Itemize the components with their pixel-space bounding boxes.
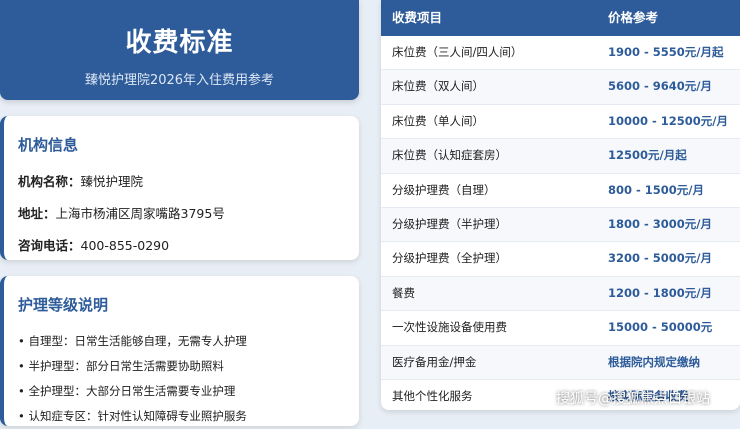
fee-price: 5600 - 9640元/月 [608,79,712,94]
fee-table: 收费项目 价格参考 床位费（三人间/四人间） 1900 - 5550元/月起 床位… [381,0,740,410]
fee-item: 分级护理费（全护理） [392,251,507,266]
header-card: 收费标准 臻悦护理院2026年入住费用参考 [0,0,359,100]
fee-price: 15000 - 50000元 [608,320,713,335]
header-item: 收费项目 [392,10,443,25]
info-name-value: 臻悦护理院 [80,174,144,189]
info-phone-value: 400-855-0290 [80,238,170,253]
page-subtitle: 臻悦护理院2026年入住费用参考 [84,73,275,88]
care-level-card: 护理等级说明 • 自理型：日常生活能够自理，无需专人护理 • 半护理型：部分日常… [0,276,359,426]
care-level-list: • 自理型：日常生活能够自理，无需专人护理 • 半护理型：部分日常生活需要协助照… [18,329,359,429]
fee-item: 床位费（双人间） [392,79,484,94]
fee-price: 1900 - 5550元/月起 [608,45,724,59]
table-row: 床位费（单人间） 10000 - 12500元/月 [381,105,740,140]
info-address-row: 地址：上海市杨浦区周家嘴路3795号 [18,203,359,222]
fee-item: 床位费（认知症套房） [392,148,507,163]
care-level-item: • 认知症专区：针对性认知障碍专业照护服务 [18,409,247,423]
fee-item: 餐费 [392,285,415,300]
info-name-key: 机构名称： [18,174,81,189]
info-phone-key: 咨询电话： [18,238,81,253]
care-level-item: • 自理型：日常生活能够自理，无需专人护理 [18,334,247,348]
table-row: 床位费（双人间） 5600 - 9640元/月 [381,70,740,105]
care-title: 护理等级说明 [18,296,109,314]
fee-price: 根据院内规定缴纳 [608,354,700,369]
info-title: 机构信息 [18,136,79,154]
info-address-key: 地址： [18,206,56,221]
fee-price: 1200 - 1800元/月 [608,285,712,300]
fee-table-body: 床位费（三人间/四人间） 1900 - 5550元/月起 床位费（双人间） 5600… [381,36,740,410]
fee-item: 床位费（三人间/四人间） [392,45,523,59]
table-row: 分级护理费（自理） 800 - 1500元/月 [381,174,740,208]
fee-price: 3200 - 5000元/月 [608,251,712,266]
table-row: 餐费 1200 - 1800元/月 [381,276,740,312]
table-row: 一次性设施设备使用费 15000 - 50000元 [381,311,740,346]
watermark: 搜狐号@搜狐焦点白银站 [556,391,710,407]
fee-table-header: 收费项目 价格参考 [381,0,740,36]
fee-item: 床位费（单人间） [392,113,484,128]
care-level-item: • 全护理型：大部分日常生活需要专业护理 [18,384,236,398]
table-row: 分级护理费（半护理） 1800 - 3000元/月 [381,207,740,243]
table-row: 床位费（三人间/四人间） 1900 - 5550元/月起 [381,36,740,71]
table-row: 床位费（认知症套房） 12500元/月起 [381,139,740,174]
header-price: 价格参考 [608,10,659,25]
care-level-item: • 半护理型：部分日常生活需要协助照料 [18,359,224,373]
institution-info-card: 机构信息 机构名称：臻悦护理院 地址：上海市杨浦区周家嘴路3795号 咨询电话：… [0,116,359,260]
table-row: 分级护理费（全护理） 3200 - 5000元/月 [381,242,740,277]
info-phone-row: 咨询电话：400-855-0290 [18,235,359,254]
info-address-value: 上海市杨浦区周家嘴路3795号 [55,206,225,221]
fee-price: 800 - 1500元/月 [608,182,704,197]
fee-price: 1800 - 3000元/月 [608,216,712,231]
fee-item: 分级护理费（自理） [392,182,496,197]
page-title: 收费标准 [125,28,234,58]
fee-price: 10000 - 12500元/月 [608,113,728,128]
fee-item: 一次性设施设备使用费 [392,320,507,335]
fee-price: 12500元/月起 [608,148,687,163]
fee-item: 医疗备用金/押金 [392,354,477,369]
info-name-row: 机构名称：臻悦护理院 [18,171,359,190]
fee-item: 分级护理费（半护理） [392,216,507,231]
table-row: 医疗备用金/押金 根据院内规定缴纳 [381,345,740,380]
